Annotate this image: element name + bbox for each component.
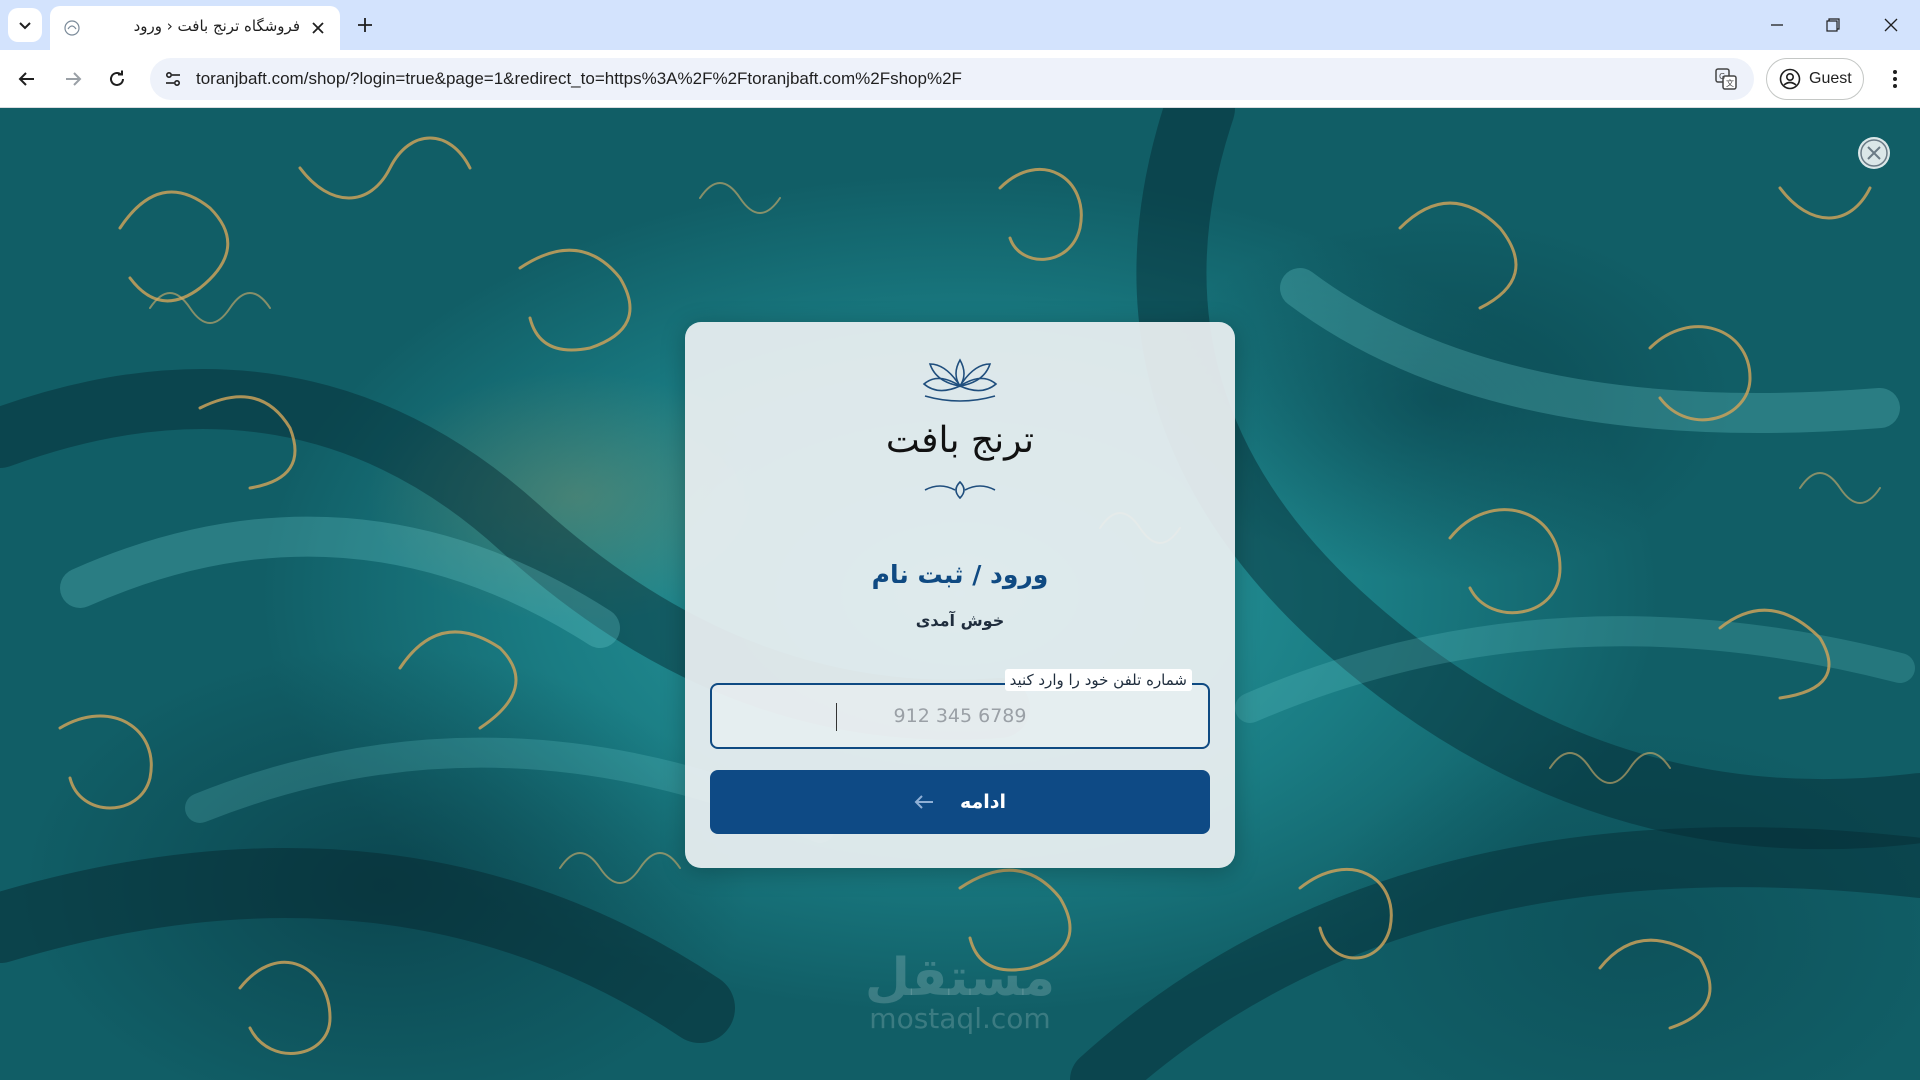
watermark-arabic: مستقل [864, 948, 1056, 1008]
continue-label: ادامه [959, 791, 1007, 813]
svg-text:G: G [1719, 72, 1725, 81]
minimize-icon [1771, 24, 1783, 26]
phone-input[interactable] [712, 685, 1208, 747]
minimize-button[interactable] [1762, 10, 1792, 40]
translate-button[interactable]: G文 [1712, 65, 1740, 93]
watermark-latin: mostaql.com [869, 1002, 1051, 1035]
tab-close-button[interactable] [308, 18, 328, 38]
back-arrow-icon [18, 72, 34, 86]
login-title: ورود / ثبت نام [871, 560, 1049, 589]
tab-search-button[interactable] [8, 8, 42, 42]
reload-button[interactable] [100, 62, 134, 96]
welcome-subtitle: خوش آمدی [915, 611, 1005, 630]
close-icon [1884, 18, 1898, 32]
chevron-down-icon [19, 22, 31, 30]
window-close-button[interactable] [1876, 10, 1906, 40]
plus-icon [358, 18, 372, 32]
tab-title: فروشگاه ترنج بافت ‹ ورود [133, 17, 300, 35]
modal-close-button[interactable] [1858, 137, 1890, 169]
brand-logo: ترنج بافت [886, 358, 1034, 500]
restore-icon [1826, 18, 1840, 32]
profile-icon [1779, 68, 1801, 90]
svg-text:文: 文 [1726, 78, 1734, 88]
browser-menu-button[interactable] [1878, 62, 1912, 96]
browser-toolbar: toranjbaft.com/shop/?login=true&page=1&r… [0, 50, 1920, 108]
continue-button[interactable]: ادامه [710, 770, 1210, 834]
close-circle-icon [1860, 139, 1888, 167]
url-text[interactable]: toranjbaft.com/shop/?login=true&page=1&r… [196, 69, 962, 89]
more-vert-icon [1893, 70, 1897, 88]
address-bar[interactable]: toranjbaft.com/shop/?login=true&page=1&r… [150, 58, 1754, 100]
browser-tab-strip: فروشگاه ترنج بافت ‹ ورود [0, 0, 1920, 50]
forward-arrow-icon [66, 72, 82, 86]
translate-icon: G文 [1715, 68, 1737, 90]
new-tab-button[interactable] [352, 12, 378, 38]
tune-icon [165, 71, 181, 87]
phone-field[interactable]: شماره تلفن خود را وارد کنید [710, 669, 1210, 749]
text-cursor [836, 703, 837, 731]
browser-tab[interactable]: فروشگاه ترنج بافت ‹ ورود [50, 6, 340, 50]
forward-button[interactable] [56, 62, 90, 96]
profile-label: Guest [1809, 70, 1852, 87]
page-viewport: مستقل mostaql.com ترنج بافت ورود / ثبت ن… [0, 108, 1920, 1080]
close-icon [312, 22, 324, 34]
favicon-icon [64, 20, 80, 36]
reload-icon [110, 70, 124, 86]
arrow-left-icon [914, 795, 933, 809]
profile-button[interactable]: Guest [1766, 58, 1864, 100]
restore-button[interactable] [1818, 10, 1848, 40]
watermark: مستقل mostaql.com [840, 948, 1080, 1035]
logo-text: ترنج بافت [886, 420, 1034, 461]
login-card: ترنج بافت ورود / ثبت نام خوش آمدی شماره … [685, 322, 1235, 868]
site-info-button[interactable] [158, 64, 188, 94]
back-button[interactable] [10, 62, 44, 96]
